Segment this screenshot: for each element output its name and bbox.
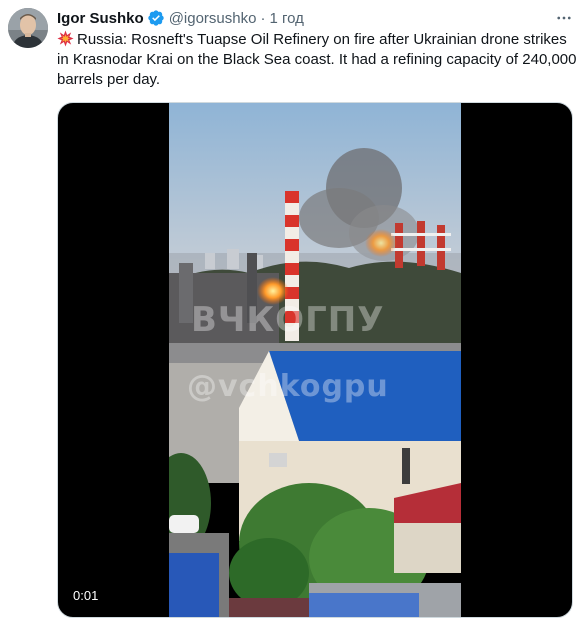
video-player[interactable]: ВЧКОГПУ @vchkogpu 0:01 [57, 102, 573, 618]
author-handle[interactable]: @igorsushko [169, 10, 257, 27]
author-name[interactable]: Igor Sushko [57, 10, 144, 27]
tweet-time[interactable]: 1 год [269, 10, 303, 27]
more-icon[interactable] [552, 6, 576, 30]
video-frame[interactable]: ВЧКОГПУ @vchkogpu [169, 103, 461, 617]
video-timestamp: 0:01 [69, 586, 103, 605]
tweet-header: Igor Sushko @igorsushko · 1 год [57, 8, 304, 28]
tweet[interactable]: Igor Sushko @igorsushko · 1 год Russia: … [0, 0, 588, 624]
watermark-top: ВЧКОГПУ [191, 300, 385, 340]
verified-badge-icon [147, 9, 165, 27]
avatar[interactable] [8, 8, 48, 48]
header-separator: · [260, 9, 266, 27]
tweet-body: Russia: Rosneft's Tuapse Oil Refinery on… [57, 31, 577, 88]
collision-icon [57, 30, 74, 47]
tweet-text: Russia: Rosneft's Tuapse Oil Refinery on… [57, 30, 577, 90]
watermark-mid: @vchkogpu [187, 369, 389, 404]
